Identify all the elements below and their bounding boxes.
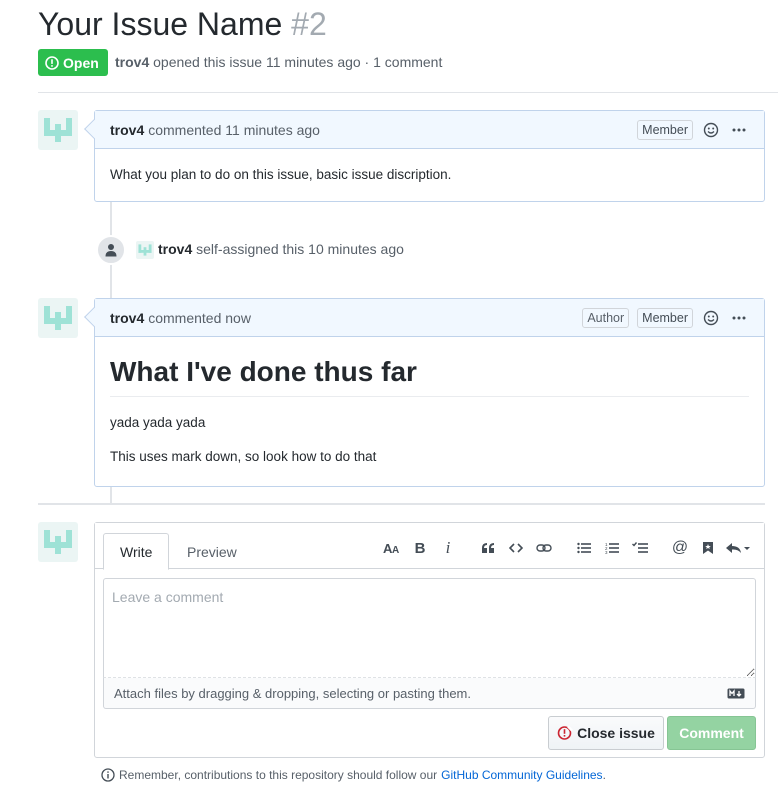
tab-write[interactable]: Write [103, 533, 170, 570]
kebab-menu-icon[interactable] [729, 308, 749, 328]
issue-number: #2 [291, 6, 327, 42]
event-text: trov4 self-assigned this 10 minutes ago [158, 241, 404, 257]
comment-actions: Author Member [582, 307, 749, 328]
avatar[interactable] [38, 522, 78, 562]
attach-files-zone[interactable]: Attach files by dragging & dropping, sel… [103, 678, 756, 709]
issue-author-link[interactable]: trov4 [115, 54, 149, 70]
comment-author[interactable]: trov4 [110, 310, 144, 326]
comment-2: trov4 commented now Author Member What I… [84, 298, 765, 487]
comment-time[interactable]: commented now [148, 310, 251, 326]
avatar[interactable] [38, 110, 78, 150]
composer-tabs: Write Preview AA B i 123 @ [95, 523, 764, 570]
member-badge: Member [637, 119, 693, 140]
comment-actions: Member [637, 119, 749, 140]
close-issue-button[interactable]: Close issue [548, 716, 664, 750]
comment-heading: What I've done thus far [110, 355, 749, 397]
tab-preview[interactable]: Preview [171, 533, 253, 570]
avatar-identicon-icon [138, 244, 152, 256]
issue-closed-icon [557, 725, 573, 740]
comment-author[interactable]: trov4 [110, 122, 144, 138]
unordered-list-icon[interactable] [570, 537, 598, 559]
quote-icon[interactable] [474, 537, 502, 559]
svg-text:3: 3 [605, 550, 608, 554]
contribution-notice: Remember, contributions to this reposito… [101, 768, 606, 782]
mention-icon[interactable]: @ [666, 537, 694, 559]
timeline-divider [38, 503, 765, 505]
author-badge: Author [582, 307, 630, 328]
event-actor[interactable]: trov4 [158, 241, 192, 257]
info-icon [101, 768, 115, 782]
markdown-icon[interactable] [727, 688, 745, 699]
comment-body: What you plan to do on this issue, basic… [95, 149, 764, 197]
link-icon[interactable] [530, 537, 558, 559]
reaction-smiley-icon[interactable] [701, 308, 721, 328]
issue-meta: trov4 opened this issue 11 minutes ago ·… [115, 54, 442, 70]
text-size-icon[interactable]: AA [378, 537, 406, 559]
notice-text: Remember, contributions to this reposito… [119, 768, 438, 782]
person-icon [105, 244, 117, 257]
issue-opened-text: opened this issue 11 minutes ago · 1 com… [153, 54, 443, 70]
svg-text:A: A [392, 545, 399, 555]
comment-body-text: What you plan to do on this issue, basic… [110, 167, 452, 182]
header-divider [38, 92, 778, 93]
attach-files-text: Attach files by dragging & dropping, sel… [114, 685, 471, 701]
event-badge [96, 235, 126, 265]
comment-paragraph: yada yada yada [110, 415, 206, 430]
markdown-toolbar: AA B i 123 @ [378, 537, 754, 559]
reaction-smiley-icon[interactable] [701, 120, 721, 140]
comment-body: What I've done thus far yada yada yada T… [95, 337, 764, 479]
italic-icon[interactable]: i [434, 537, 462, 559]
community-guidelines-link[interactable]: GitHub Community Guidelines [441, 768, 602, 782]
avatar-identicon-icon [44, 118, 72, 142]
reply-dropdown-icon[interactable] [722, 537, 754, 559]
comment-textarea[interactable] [103, 578, 756, 678]
kebab-menu-icon[interactable] [729, 120, 749, 140]
avatar-identicon-icon [44, 530, 72, 554]
issue-title: Your Issue Name #2 [38, 6, 327, 42]
comment-header: trov4 commented now Author Member [95, 299, 764, 337]
timeline-line [110, 486, 112, 503]
state-label: Open [63, 54, 99, 71]
comment-paragraph: This uses mark down, so look how to do t… [110, 449, 377, 464]
close-issue-label: Close issue [577, 725, 655, 741]
member-badge: Member [637, 307, 693, 328]
bookmark-icon[interactable] [694, 537, 722, 559]
event-description: self-assigned this 10 minutes ago [196, 241, 404, 257]
avatar[interactable] [38, 298, 78, 338]
event-avatar[interactable] [136, 241, 154, 259]
bold-icon[interactable]: B [406, 537, 434, 559]
avatar-identicon-icon [44, 306, 72, 330]
code-icon[interactable] [502, 537, 530, 559]
comment-1: trov4 commented 11 minutes ago Member Wh… [84, 110, 765, 202]
notice-tail: . [602, 768, 606, 782]
issue-opened-icon [45, 55, 59, 70]
comment-header: trov4 commented 11 minutes ago Member [95, 111, 764, 149]
state-badge-open: Open [38, 49, 108, 76]
new-comment-form: Write Preview AA B i 123 @ Leave a comme… [94, 522, 765, 758]
task-list-icon[interactable] [626, 537, 654, 559]
comment-button[interactable]: Comment [667, 716, 756, 750]
ordered-list-icon[interactable]: 123 [598, 537, 626, 559]
comment-time[interactable]: commented 11 minutes ago [148, 122, 320, 138]
issue-title-text: Your Issue Name [38, 6, 283, 42]
